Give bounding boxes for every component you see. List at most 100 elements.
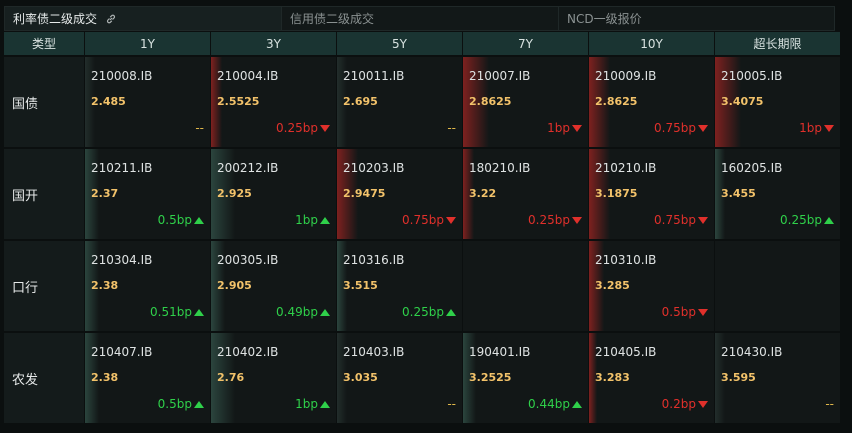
yield-change: 0.5bp [158, 397, 204, 411]
quote-cell[interactable]: 210203.IB 2.9475 0.75bp [337, 149, 462, 241]
tab-ncd-primary[interactable]: NCD一级报价 [559, 7, 834, 30]
yield-change: 1bp [295, 213, 330, 227]
quote-cell[interactable]: 210210.IB 3.1875 0.75bp [589, 149, 714, 241]
bond-code: 200212.IB [217, 161, 279, 175]
quote-cell [463, 241, 588, 333]
yield-change: -- [447, 397, 456, 411]
column-header-5y[interactable]: 5Y [337, 32, 462, 57]
quote-cell[interactable]: 210430.IB 3.595 -- [715, 333, 840, 425]
yield-change-value: 0.5bp [661, 305, 696, 319]
quote-cell[interactable]: 210008.IB 2.485 -- [85, 57, 210, 149]
triangle-up-icon [194, 400, 204, 408]
triangle-up-icon [824, 216, 834, 224]
quote-cell[interactable]: 160205.IB 3.455 0.25bp [715, 149, 840, 241]
bond-code: 210007.IB [469, 69, 531, 83]
bond-code: 210403.IB [343, 345, 405, 359]
bond-code: 210203.IB [343, 161, 405, 175]
row-label: 国开 [4, 149, 84, 241]
quote-cell[interactable]: 210405.IB 3.283 0.2bp [589, 333, 714, 425]
tab-credit-secondary-label: 信用债二级成交 [290, 12, 375, 26]
triangle-up-icon [194, 216, 204, 224]
tab-bar: 利率债二级成交 信用债二级成交 NCD一级报价 [4, 6, 835, 31]
yield-change-value: 1bp [295, 213, 318, 227]
tab-credit-secondary[interactable]: 信用债二级成交 [282, 7, 559, 30]
yield-change-value: 1bp [547, 121, 570, 135]
tab-rates-secondary-label: 利率债二级成交 [13, 12, 98, 26]
column-header-ultra-long[interactable]: 超长期限 [715, 32, 840, 57]
quote-cell[interactable]: 200212.IB 2.925 1bp [211, 149, 336, 241]
yield-change-value: -- [195, 121, 204, 135]
quote-cell[interactable]: 210316.IB 3.515 0.25bp [337, 241, 462, 333]
quote-cell[interactable]: 180210.IB 3.22 0.25bp [463, 149, 588, 241]
quote-cell[interactable]: 210403.IB 3.035 -- [337, 333, 462, 425]
yield-change-value: 0.5bp [157, 397, 192, 411]
tab-rates-secondary[interactable]: 利率债二级成交 [5, 7, 282, 30]
quote-cell[interactable]: 210402.IB 2.76 1bp [211, 333, 336, 425]
column-header-1y[interactable]: 1Y [85, 32, 210, 57]
quote-cell[interactable]: 210304.IB 2.38 0.51bp [85, 241, 210, 333]
yield-change-value: 1bp [295, 397, 318, 411]
yield-change-value: 0.44bp [528, 397, 570, 411]
quote-cell[interactable]: 210211.IB 2.37 0.5bp [85, 149, 210, 241]
quote-cell[interactable]: 210009.IB 2.8625 0.75bp [589, 57, 714, 149]
yield-change: 0.25bp [276, 121, 330, 135]
triangle-down-icon [824, 124, 834, 132]
yield-change-value: -- [447, 121, 456, 135]
quote-cell[interactable]: 210310.IB 3.285 0.5bp [589, 241, 714, 333]
bond-code: 210211.IB [91, 161, 153, 175]
yield-change: -- [825, 397, 834, 411]
yield-change-value: 0.51bp [150, 305, 192, 319]
yield-change: 0.75bp [402, 213, 456, 227]
bond-yield: 3.515 [343, 279, 378, 292]
column-header-10y[interactable]: 10Y [589, 32, 714, 57]
triangle-up-icon [446, 308, 456, 316]
quote-cell[interactable]: 210005.IB 3.4075 1bp [715, 57, 840, 149]
quote-cell[interactable]: 190401.IB 3.2525 0.44bp [463, 333, 588, 425]
bond-yield: 2.485 [91, 95, 126, 108]
quote-cell[interactable]: 210407.IB 2.38 0.5bp [85, 333, 210, 425]
yield-change: 1bp [799, 121, 834, 135]
bond-code: 160205.IB [721, 161, 783, 175]
quote-cell[interactable]: 200305.IB 2.905 0.49bp [211, 241, 336, 333]
yield-change-value: 0.75bp [654, 213, 696, 227]
bond-yield: 3.4075 [721, 95, 764, 108]
quote-cell[interactable]: 210011.IB 2.695 -- [337, 57, 462, 149]
bond-code: 180210.IB [469, 161, 531, 175]
yield-change-value: 0.25bp [402, 305, 444, 319]
triangle-down-icon [572, 216, 582, 224]
link-icon[interactable] [105, 13, 117, 25]
column-header-3y[interactable]: 3Y [211, 32, 336, 57]
bond-code: 200305.IB [217, 253, 279, 267]
bond-yield: 2.905 [217, 279, 252, 292]
triangle-down-icon [446, 216, 456, 224]
bond-code: 210008.IB [91, 69, 153, 83]
yield-change-value: 0.75bp [654, 121, 696, 135]
quote-cell[interactable]: 210004.IB 2.5525 0.25bp [211, 57, 336, 149]
bond-code: 210316.IB [343, 253, 405, 267]
tab-ncd-primary-label: NCD一级报价 [567, 12, 642, 26]
quote-cell[interactable]: 210007.IB 2.8625 1bp [463, 57, 588, 149]
bond-yield: 2.5525 [217, 95, 260, 108]
quote-cell [715, 241, 840, 333]
row-label: 农发 [4, 333, 84, 425]
bond-yield: 2.76 [217, 371, 245, 384]
bond-yield: 3.283 [595, 371, 630, 384]
yield-change-value: 0.2bp [661, 397, 696, 411]
triangle-up-icon [320, 216, 330, 224]
bond-code: 210402.IB [217, 345, 279, 359]
bond-yield: 2.9475 [343, 187, 386, 200]
yield-change-value: 0.75bp [402, 213, 444, 227]
yield-change: 0.25bp [528, 213, 582, 227]
yield-change: 0.51bp [150, 305, 204, 319]
bond-code: 210407.IB [91, 345, 153, 359]
bond-yield: 3.595 [721, 371, 756, 384]
bond-code: 210009.IB [595, 69, 657, 83]
column-header-7y[interactable]: 7Y [463, 32, 588, 57]
bond-yield: 3.1875 [595, 187, 638, 200]
bond-code: 210005.IB [721, 69, 783, 83]
bond-yield: 3.035 [343, 371, 378, 384]
bond-yield: 3.22 [469, 187, 497, 200]
yield-change-value: 0.25bp [276, 121, 318, 135]
bond-yield: 3.285 [595, 279, 630, 292]
bond-yield: 2.8625 [595, 95, 638, 108]
